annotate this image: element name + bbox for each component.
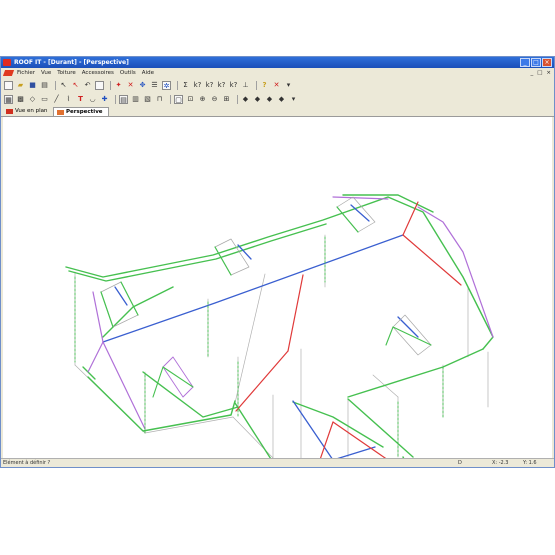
node-icon-2[interactable]: ◆ <box>253 95 262 104</box>
tab-label: Vue en plan <box>15 108 48 114</box>
roof-edges <box>65 194 494 458</box>
close-button[interactable]: × <box>542 58 552 67</box>
status-x-coordinate: X: -2.3 <box>492 460 509 466</box>
sigma-icon[interactable]: Σ <box>181 81 190 90</box>
layers-icon[interactable]: ▤ <box>119 94 128 104</box>
status-bar: Elément à définir ? D X: -2.3 Y: 1.6 <box>1 458 554 467</box>
query-icon-3[interactable]: k? <box>217 81 226 90</box>
menu-item-fichier[interactable]: Fichier <box>17 68 35 78</box>
post-markers <box>74 236 444 458</box>
select-red-arrow-icon[interactable]: ↖ <box>71 81 80 90</box>
perspective-viewport[interactable] <box>3 117 552 458</box>
tab-vue-en-plan[interactable]: Vue en plan <box>3 107 52 116</box>
pan-icon[interactable]: ✥ <box>138 81 147 90</box>
roof-drawing[interactable] <box>3 117 552 458</box>
list-icon[interactable]: ☰ <box>150 81 159 90</box>
child-close-button[interactable]: × <box>546 68 551 78</box>
menu-item-vue[interactable]: Vue <box>41 68 51 78</box>
view-icon[interactable]: ▢ <box>174 94 183 104</box>
undo-icon[interactable]: ↶ <box>83 81 92 90</box>
toolbar-draw: ▦ ▩ ◇ ▭ ╱ ⌇ T ◡ ✚ ▤ ▥ ▧ ⊓ ▢ ⊡ ⊕ ⊖ ⊞ ◆ ◆ … <box>1 93 554 105</box>
rectangle-icon[interactable]: ▭ <box>40 95 49 104</box>
tab-label: Perspective <box>66 109 103 115</box>
toolbar-separator <box>177 80 178 90</box>
query-icon[interactable]: k? <box>193 81 202 90</box>
roof-logo-icon <box>2 70 15 76</box>
dropdown-chevron-icon[interactable]: ▾ <box>284 81 293 90</box>
toolbar-separator <box>256 80 257 90</box>
zoom-extents-icon[interactable]: ⊞ <box>222 95 231 104</box>
zoom-window-icon[interactable]: ⊡ <box>186 95 195 104</box>
toolbar-separator <box>110 80 111 90</box>
gutter-icon[interactable]: ⊓ <box>155 95 164 104</box>
toolbar-main: ▰ ■ ▤ ↖ ↖ ↶ ✦ ✕ ✥ ☰ ✲ Σ k? k? k? k? ⊥ ? … <box>1 79 554 91</box>
node-icon-3[interactable]: ◆ <box>265 95 274 104</box>
dormers <box>100 196 432 398</box>
status-y-coordinate: Y: 1.6 <box>523 460 537 466</box>
menu-item-toiture[interactable]: Toiture <box>57 68 76 78</box>
valley-lines <box>87 196 494 430</box>
coordinates-icon[interactable]: ⊥ <box>241 81 250 90</box>
toolbar-separator <box>115 94 116 104</box>
plan-view-icon <box>6 109 13 114</box>
perspective-view-icon <box>57 110 64 115</box>
snap-icon[interactable]: ✲ <box>162 80 171 90</box>
select-arrow-icon[interactable]: ↖ <box>59 81 68 90</box>
child-restore-button[interactable]: □ <box>537 68 542 78</box>
toolbar-separator <box>170 94 171 104</box>
menu-item-outils[interactable]: Outils <box>120 68 136 78</box>
title-bar[interactable]: ROOF IT - [Durant] - [Perspective] _ □ × <box>1 57 554 68</box>
node-icon[interactable]: ◆ <box>241 95 250 104</box>
hatch-icon[interactable]: ▩ <box>16 95 25 104</box>
table-icon[interactable]: ▥ <box>131 95 140 104</box>
app-icon <box>3 59 11 66</box>
maximize-button[interactable]: □ <box>531 58 541 67</box>
zoom-out-icon[interactable]: ⊖ <box>210 95 219 104</box>
query-icon-2[interactable]: k? <box>205 81 214 90</box>
print-icon[interactable]: ▤ <box>40 81 49 90</box>
help-icon[interactable]: ? <box>260 81 269 90</box>
application-window: ROOF IT - [Durant] - [Perspective] _ □ ×… <box>0 56 555 468</box>
drawing-icon[interactable]: ▧ <box>143 95 152 104</box>
text-icon[interactable]: T <box>76 95 85 104</box>
menu-item-accessoires[interactable]: Accessoires <box>82 68 114 78</box>
polyline-icon[interactable]: ⌇ <box>64 95 73 104</box>
toolbar-separator <box>55 80 56 90</box>
grid-icon[interactable]: ▦ <box>4 94 13 104</box>
save-icon[interactable]: ■ <box>28 81 37 90</box>
menu-item-aide[interactable]: Aide <box>142 68 154 78</box>
tab-perspective[interactable]: Perspective <box>53 107 109 116</box>
node-icon-4[interactable]: ◆ <box>277 95 286 104</box>
status-mode: D <box>458 460 462 466</box>
window-title: ROOF IT - [Durant] - [Perspective] <box>14 59 129 66</box>
toolbar-separator <box>237 94 238 104</box>
menu-bar: Fichier Vue Toiture Accessoires Outils A… <box>1 68 554 78</box>
point-icon[interactable]: ◇ <box>28 95 37 104</box>
line-icon[interactable]: ╱ <box>52 95 61 104</box>
new-file-icon[interactable] <box>4 80 13 90</box>
open-file-icon[interactable]: ▰ <box>16 81 25 90</box>
view-tabs: Vue en plan Perspective <box>1 107 554 117</box>
minimize-button[interactable]: _ <box>520 58 530 67</box>
child-minimize-button[interactable]: _ <box>530 68 533 78</box>
query-icon-4[interactable]: k? <box>229 81 238 90</box>
frame-icon[interactable] <box>95 80 104 90</box>
status-message: Elément à définir ? <box>3 460 51 466</box>
cross-icon[interactable]: ✚ <box>100 95 109 104</box>
dropdown-chevron-icon-2[interactable]: ▾ <box>289 95 298 104</box>
close-view-icon[interactable]: ✕ <box>272 81 281 90</box>
arc-icon[interactable]: ◡ <box>88 95 97 104</box>
zoom-in-icon[interactable]: ⊕ <box>198 95 207 104</box>
hip-lines <box>235 201 462 458</box>
delete-icon[interactable]: ✕ <box>126 81 135 90</box>
move-icon[interactable]: ✦ <box>114 81 123 90</box>
